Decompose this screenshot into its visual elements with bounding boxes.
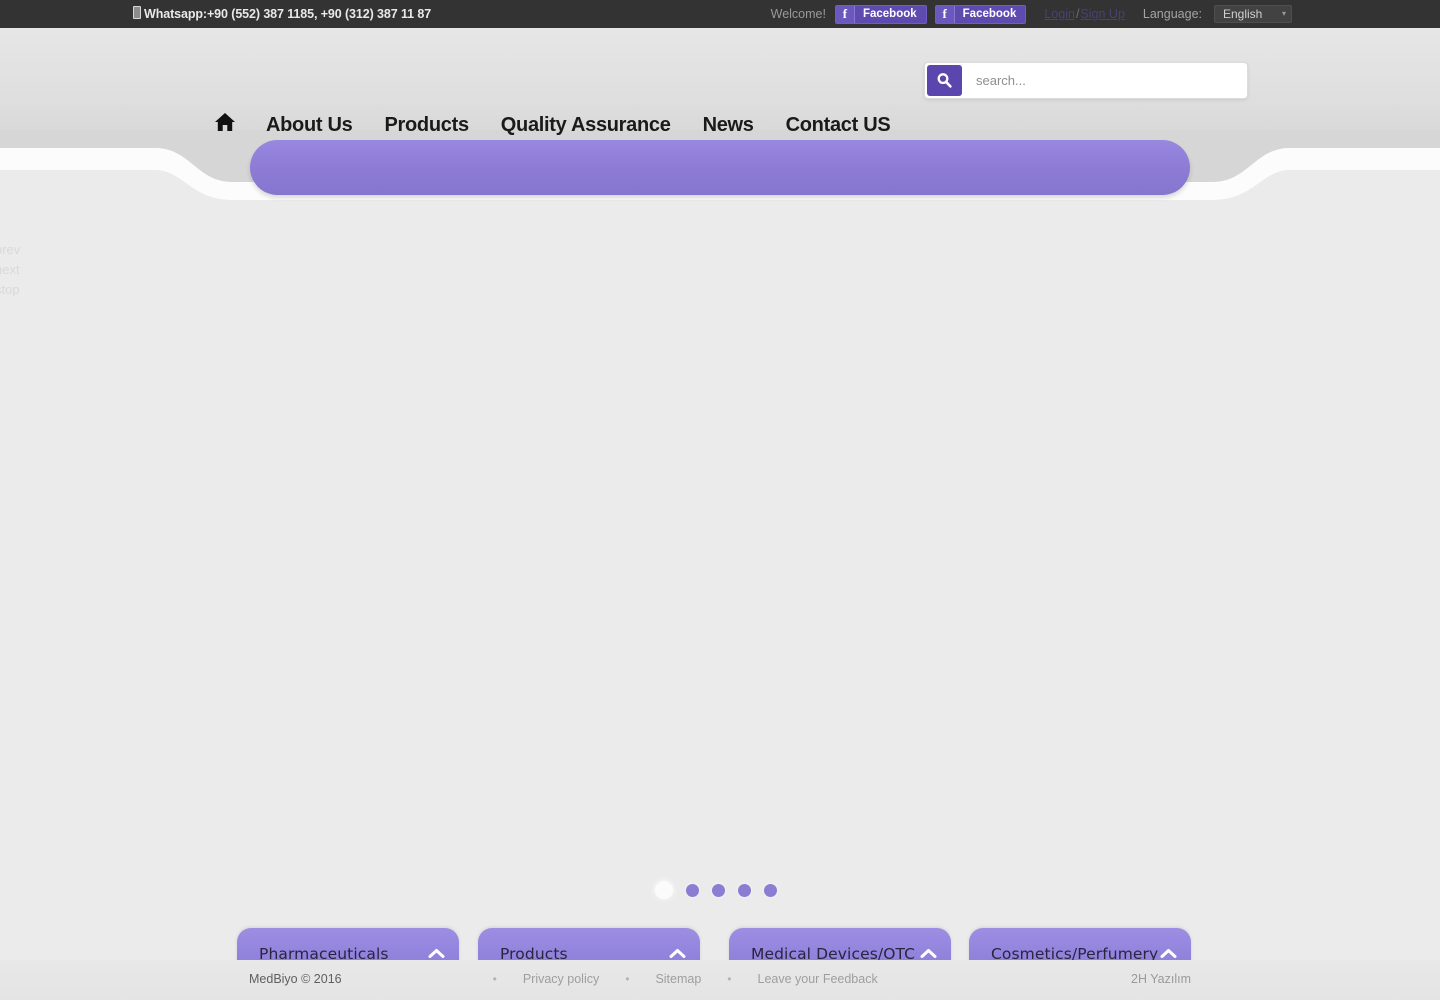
hero-purple-bar	[250, 140, 1190, 195]
top-utility-bar: Whatsapp:+90 (552) 387 1185, +90 (312) 3…	[0, 0, 1440, 28]
slider-controls: prev next stop	[0, 240, 20, 300]
slider-prev-button[interactable]: prev	[0, 240, 20, 260]
slider-stop-button[interactable]: stop	[0, 280, 20, 300]
slider-dot-1[interactable]	[655, 881, 673, 899]
language-selected-value: English	[1223, 7, 1263, 21]
signup-link[interactable]: Sign Up	[1080, 7, 1124, 21]
footer-links: • Privacy policy • Sitemap • Leave your …	[467, 972, 878, 986]
nav-item-contact-us[interactable]: Contact US	[770, 114, 907, 137]
welcome-text: Welcome!	[770, 7, 826, 21]
main-navigation: About Us Products Quality Assurance News…	[206, 108, 906, 142]
slider-next-button[interactable]: next	[0, 260, 20, 280]
facebook-icon: f	[935, 5, 955, 23]
search-box[interactable]	[924, 62, 1248, 99]
slider-dot-3[interactable]	[712, 883, 725, 897]
facebook-button-2-label: Facebook	[962, 8, 1017, 20]
slider-dot-2[interactable]	[686, 883, 699, 897]
facebook-button-2[interactable]: f Facebook	[934, 4, 1027, 24]
contact-phone: Whatsapp:+90 (552) 387 1185, +90 (312) 3…	[133, 6, 431, 21]
slider-dot-4[interactable]	[738, 883, 751, 897]
home-icon	[214, 112, 236, 138]
nav-item-quality-assurance[interactable]: Quality Assurance	[485, 114, 687, 137]
search-input[interactable]	[974, 72, 1228, 89]
footer-credit[interactable]: 2H Yazılım	[1131, 972, 1191, 986]
footer-content: MedBiyo © 2016 • Privacy policy • Sitema…	[249, 972, 1191, 986]
nav-item-news[interactable]: News	[687, 114, 770, 137]
login-link[interactable]: Login	[1044, 7, 1075, 21]
top-utility-right: Welcome! f Facebook f Facebook Login/Sig…	[771, 0, 1292, 28]
nav-item-products[interactable]: Products	[368, 114, 484, 137]
footer-link-leave-feedback[interactable]: Leave your Feedback	[758, 972, 878, 986]
language-select[interactable]: English ▾	[1214, 5, 1292, 23]
mobile-phone-icon	[133, 6, 141, 19]
search-icon[interactable]	[927, 65, 962, 96]
slider-dot-5[interactable]	[764, 883, 777, 897]
language-label: Language:	[1142, 7, 1202, 21]
contact-phone-text: Whatsapp:+90 (552) 387 1185, +90 (312) 3…	[144, 7, 432, 21]
site-footer: MedBiyo © 2016 • Privacy policy • Sitema…	[0, 960, 1440, 1000]
chevron-down-icon: ▾	[1281, 9, 1286, 18]
footer-bullet: •	[625, 972, 630, 986]
sidebar-item-home[interactable]	[206, 112, 250, 138]
slider-pagination	[655, 881, 777, 899]
footer-copyright: MedBiyo © 2016	[249, 972, 342, 986]
footer-link-sitemap[interactable]: Sitemap	[655, 972, 701, 986]
facebook-button-1-label: Facebook	[862, 8, 917, 20]
footer-bullet: •	[492, 972, 497, 986]
footer-link-privacy-policy[interactable]: Privacy policy	[523, 972, 599, 986]
footer-bullet: •	[727, 972, 732, 986]
auth-links: Login/Sign Up	[1044, 7, 1125, 21]
nav-item-about-us[interactable]: About Us	[250, 114, 368, 137]
facebook-icon: f	[835, 5, 855, 23]
facebook-button-1[interactable]: f Facebook	[834, 4, 927, 24]
